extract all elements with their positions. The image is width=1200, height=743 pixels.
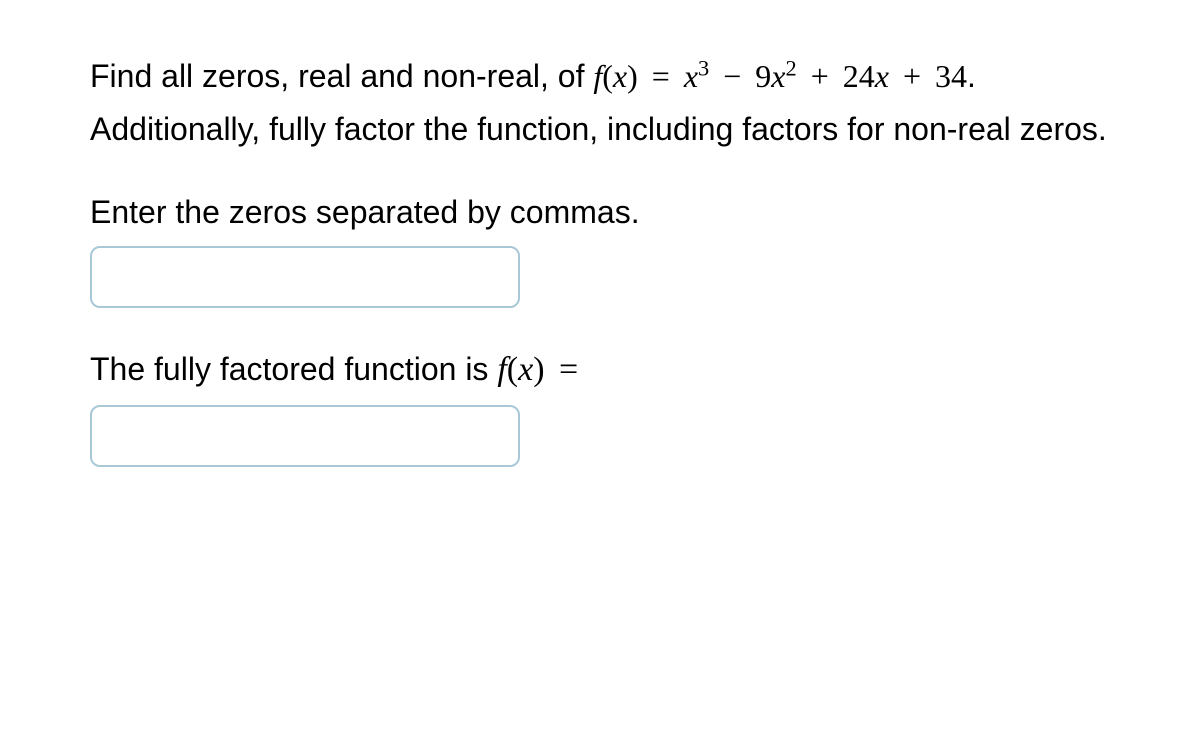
question-intro-text: Find all zeros, real and non-real, of bbox=[90, 58, 593, 94]
function-formula: f(x) = x3 − 9x2 + 24x + 34 bbox=[593, 58, 967, 94]
factored-fn: f(x) = bbox=[497, 351, 584, 388]
zeros-input[interactable] bbox=[90, 246, 520, 308]
term1-exp: 3 bbox=[698, 55, 709, 80]
term2-var: x bbox=[771, 58, 785, 94]
question-prompt: Find all zeros, real and non-real, of f(… bbox=[90, 50, 1110, 156]
coef3: 24 bbox=[843, 58, 875, 94]
coef2: 9 bbox=[755, 58, 771, 94]
term2-exp: 2 bbox=[785, 55, 796, 80]
factored-label-before: The fully factored function is bbox=[90, 351, 497, 387]
factored-fn-name: f bbox=[497, 351, 506, 388]
term1-var: x bbox=[684, 58, 698, 94]
const: 34 bbox=[935, 58, 967, 94]
factored-input[interactable] bbox=[90, 405, 520, 467]
zeros-instruction: Enter the zeros separated by commas. bbox=[90, 188, 1110, 236]
term3-var: x bbox=[875, 58, 889, 94]
factored-fn-arg: x bbox=[518, 351, 533, 388]
fn-name: f bbox=[593, 58, 602, 94]
factored-label: The fully factored function is f(x) = bbox=[90, 344, 1110, 395]
fn-arg: x bbox=[613, 58, 627, 94]
